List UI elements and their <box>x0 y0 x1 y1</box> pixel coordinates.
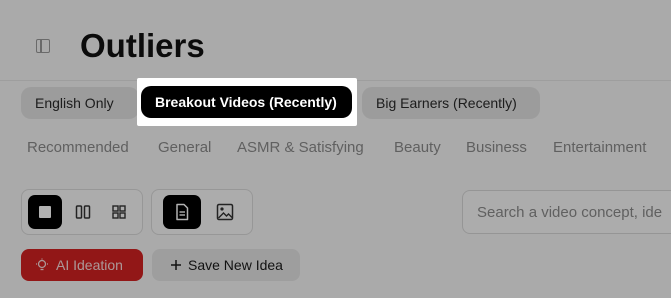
single-column-icon <box>39 206 51 218</box>
two-column-button[interactable] <box>66 195 100 229</box>
two-column-icon <box>75 205 91 219</box>
category-beauty[interactable]: Beauty <box>394 137 441 159</box>
chip-big-earners[interactable]: Big Earners (Recently) <box>362 87 540 119</box>
ai-ideation-label: AI Ideation <box>56 257 123 273</box>
layout-toggle-group <box>21 189 143 235</box>
save-new-idea-button[interactable]: Save New Idea <box>152 249 300 281</box>
document-icon <box>176 203 189 221</box>
grid-icon <box>112 205 126 219</box>
save-new-idea-label: Save New Idea <box>188 257 283 273</box>
lightbulb-icon <box>36 258 48 271</box>
view-toggle-group <box>151 189 253 235</box>
category-entertainment[interactable]: Entertainment <box>553 137 646 159</box>
search-input[interactable] <box>463 191 671 233</box>
page-title: Outliers <box>80 27 205 64</box>
plus-icon <box>171 260 181 270</box>
single-column-button[interactable] <box>28 195 62 229</box>
image-icon <box>216 203 234 221</box>
chip-breakout-videos[interactable]: Breakout Videos (Recently) <box>141 86 352 118</box>
highlight-spotlight: Breakout Videos (Recently) <box>137 78 357 126</box>
document-view-button[interactable] <box>163 195 201 229</box>
sidebar-toggle-icon[interactable] <box>36 39 50 53</box>
grid-button[interactable] <box>102 195 136 229</box>
chip-english-only[interactable]: English Only <box>21 87 139 119</box>
search-box <box>462 190 671 234</box>
category-asmr[interactable]: ASMR & Satisfying <box>237 137 364 159</box>
page-header: Outliers <box>0 0 671 81</box>
image-view-button[interactable] <box>208 195 242 229</box>
category-general[interactable]: General <box>158 137 211 159</box>
ai-ideation-button[interactable]: AI Ideation <box>21 249 143 281</box>
category-business[interactable]: Business <box>466 137 527 159</box>
category-recommended[interactable]: Recommended <box>27 137 129 159</box>
